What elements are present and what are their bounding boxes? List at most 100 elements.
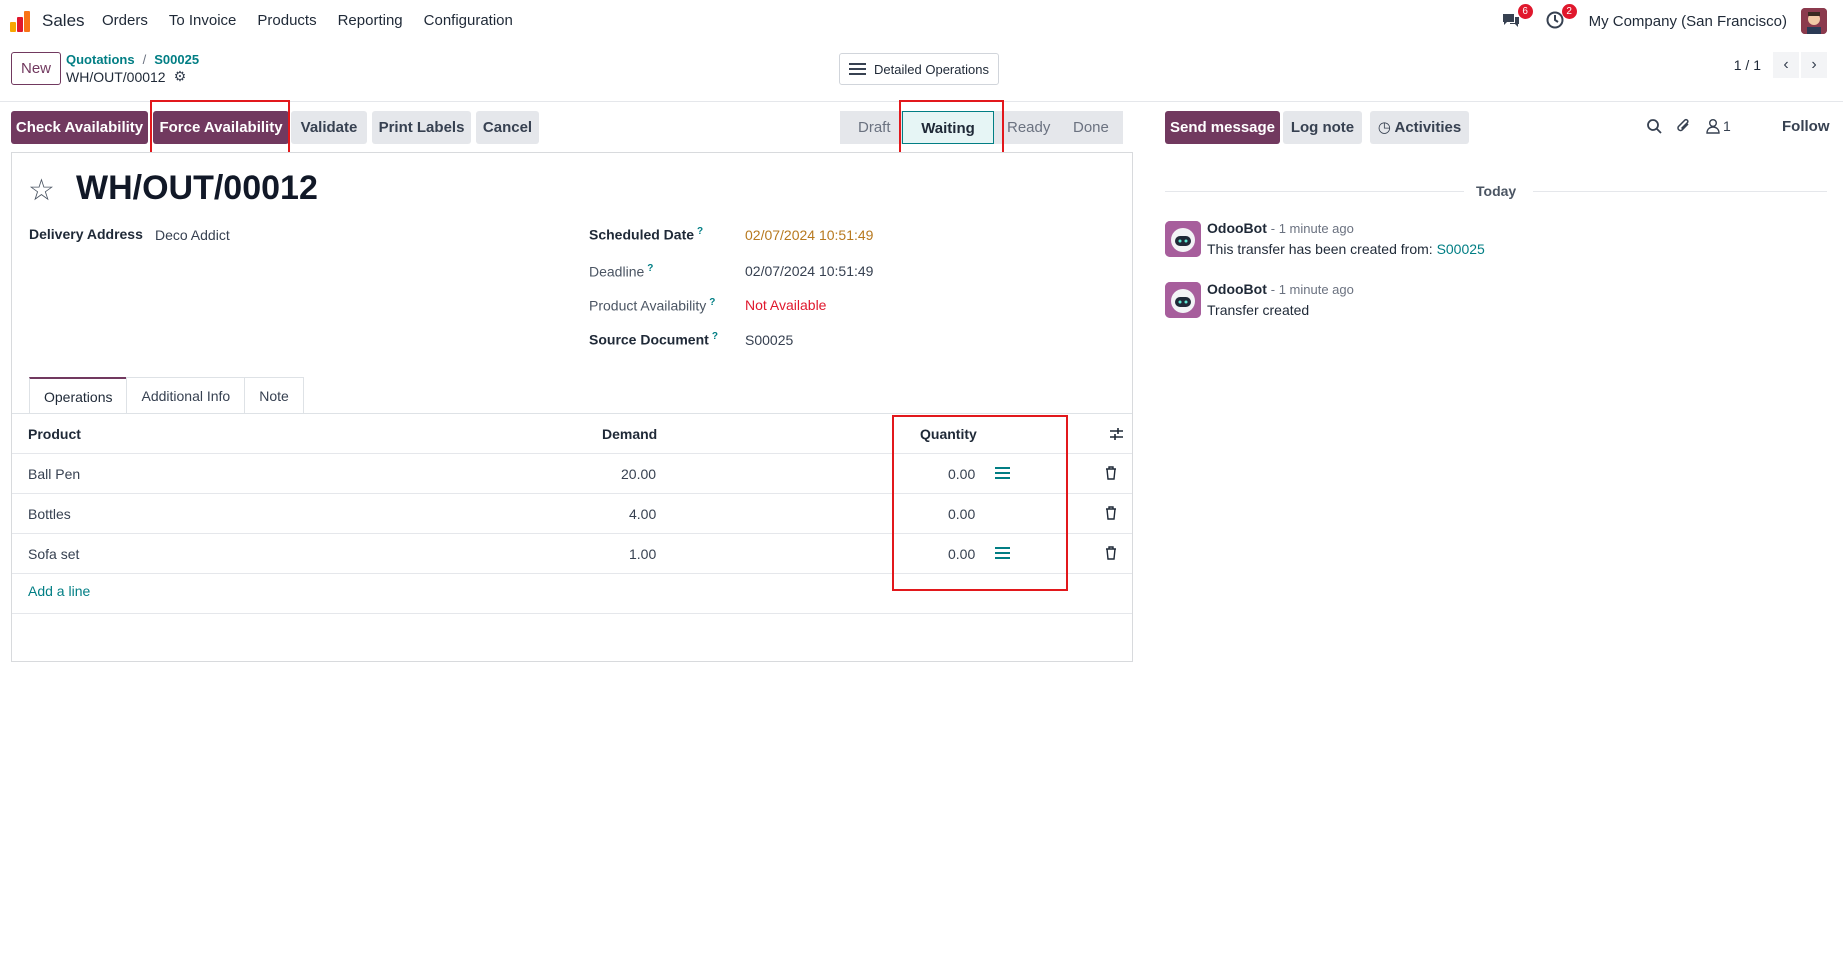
user-avatar[interactable] xyxy=(1801,8,1827,34)
breadcrumb-order[interactable]: S00025 xyxy=(154,52,199,67)
gear-icon[interactable]: ⚙ xyxy=(174,68,187,85)
row-demand: 4.00 xyxy=(629,506,657,522)
activities-clock-icon[interactable]: 2 xyxy=(1545,4,1577,32)
deadline-value[interactable]: 02/07/2024 10:51:49 xyxy=(745,263,873,279)
highlight-quantity-column xyxy=(892,415,1068,591)
menu-products[interactable]: Products xyxy=(257,12,316,29)
help-icon[interactable]: ? xyxy=(697,226,703,237)
tab-operations[interactable]: Operations xyxy=(29,377,128,414)
date-separator: Today xyxy=(1476,183,1517,199)
delivery-address-label: Delivery Address xyxy=(29,226,143,242)
record-name-text: WH/OUT/00012 xyxy=(66,68,166,85)
main-menu: Orders To Invoice Products Reporting Con… xyxy=(102,12,534,29)
new-button[interactable]: New xyxy=(11,52,61,85)
table-footer-divider xyxy=(12,613,1132,614)
company-switcher[interactable]: My Company (San Francisco) xyxy=(1589,13,1787,30)
menu-reporting[interactable]: Reporting xyxy=(338,12,403,29)
menu-configuration[interactable]: Configuration xyxy=(424,12,513,29)
message-author: OdooBot - 1 minute ago xyxy=(1207,281,1354,297)
breadcrumb: Quotations / S00025 xyxy=(66,52,199,67)
pager: 1 / 1 ‹ › xyxy=(1734,52,1827,78)
row-product[interactable]: Ball Pen xyxy=(28,466,80,482)
message-time: - 1 minute ago xyxy=(1270,282,1354,297)
row-demand: 20.00 xyxy=(621,466,657,482)
top-navbar: Sales Orders To Invoice Products Reporti… xyxy=(0,0,1843,42)
cancel-button[interactable]: Cancel xyxy=(476,111,539,144)
messages-icon[interactable]: 6 xyxy=(1501,4,1533,32)
followers-count: 1 xyxy=(1723,118,1731,134)
message-body: This transfer has been created from: S00… xyxy=(1207,241,1485,257)
chevron-right-icon[interactable]: › xyxy=(1801,52,1827,78)
star-icon[interactable]: ☆ xyxy=(28,173,55,208)
menu-orders[interactable]: Orders xyxy=(102,12,148,29)
notebook-tabs: Operations Additional Info Note xyxy=(29,377,304,414)
trash-icon[interactable] xyxy=(1105,506,1117,520)
pager-value[interactable]: 1 / 1 xyxy=(1734,57,1761,73)
scheduled-date-value[interactable]: 02/07/2024 10:51:49 xyxy=(745,227,873,243)
scheduled-date-label: Scheduled Date? xyxy=(589,226,704,243)
row-demand: 1.00 xyxy=(629,546,657,562)
row-product[interactable]: Sofa set xyxy=(28,546,79,562)
date-divider-left xyxy=(1165,191,1464,192)
tab-additional-info[interactable]: Additional Info xyxy=(126,377,246,414)
message-body: Transfer created xyxy=(1207,302,1310,318)
message-author-name[interactable]: OdooBot xyxy=(1207,281,1267,297)
activities-button[interactable]: ◷ Activities xyxy=(1370,111,1469,144)
stage-draft[interactable]: Draft xyxy=(840,111,902,144)
help-icon[interactable]: ? xyxy=(647,263,653,274)
message-link[interactable]: S00025 xyxy=(1437,241,1485,257)
search-icon[interactable] xyxy=(1646,118,1663,139)
source-document-label: Source Document? xyxy=(589,331,718,348)
sales-app-logo-icon[interactable] xyxy=(10,10,34,32)
record-name: WH/OUT/00012 ⚙ xyxy=(66,68,186,85)
row-product[interactable]: Bottles xyxy=(28,506,71,522)
navbar-systray: 6 2 My Company (San Francisco) xyxy=(1501,4,1827,36)
record-title: WH/OUT/00012 xyxy=(76,169,318,207)
trash-icon[interactable] xyxy=(1105,466,1117,480)
validate-button[interactable]: Validate xyxy=(291,111,367,144)
tab-note[interactable]: Note xyxy=(244,377,304,414)
print-labels-button[interactable]: Print Labels xyxy=(372,111,471,144)
tab-divider xyxy=(12,413,1132,414)
detailed-operations-label: Detailed Operations xyxy=(874,61,989,77)
delivery-address-value[interactable]: Deco Addict xyxy=(155,227,230,243)
message-author-name[interactable]: OdooBot xyxy=(1207,220,1267,236)
deadline-label: Deadline? xyxy=(589,263,654,280)
detailed-operations-button[interactable]: Detailed Operations xyxy=(839,53,999,85)
message-time: - 1 minute ago xyxy=(1270,221,1354,236)
stage-done[interactable]: Done xyxy=(1054,111,1123,144)
date-divider-right xyxy=(1533,191,1827,192)
message-text: This transfer has been created from: xyxy=(1207,241,1437,257)
menu-to-invoice[interactable]: To Invoice xyxy=(169,12,237,29)
paperclip-icon[interactable] xyxy=(1676,117,1692,139)
breadcrumb-separator: / xyxy=(142,52,147,67)
product-availability-label: Product Availability? xyxy=(589,297,716,314)
column-demand[interactable]: Demand xyxy=(602,426,657,442)
breadcrumb-quotations[interactable]: Quotations xyxy=(66,52,135,67)
hamburger-icon xyxy=(849,63,867,75)
user-icon xyxy=(1706,119,1720,134)
optional-columns-toggle-icon[interactable] xyxy=(1109,427,1124,445)
messages-badge: 6 xyxy=(1517,4,1533,19)
chevron-left-icon[interactable]: ‹ xyxy=(1773,52,1799,78)
check-availability-button[interactable]: Check Availability xyxy=(11,111,148,144)
odoobot-avatar[interactable] xyxy=(1165,221,1201,257)
add-a-line-link[interactable]: Add a line xyxy=(28,583,90,599)
app-name[interactable]: Sales xyxy=(42,11,85,31)
followers-button[interactable]: 1 xyxy=(1706,118,1731,134)
clock-icon: ◷ xyxy=(1377,119,1391,136)
trash-icon[interactable] xyxy=(1105,546,1117,560)
activities-label: Activities xyxy=(1394,119,1462,136)
activities-badge: 2 xyxy=(1561,4,1577,19)
product-availability-value: Not Available xyxy=(745,297,827,313)
help-icon[interactable]: ? xyxy=(712,331,718,342)
follow-button[interactable]: Follow xyxy=(1782,118,1830,135)
send-message-button[interactable]: Send message xyxy=(1165,111,1280,144)
help-icon[interactable]: ? xyxy=(709,297,715,308)
highlight-force-availability xyxy=(150,100,290,157)
control-panel: New Quotations / S00025 WH/OUT/00012 ⚙ Det… xyxy=(0,42,1843,102)
log-note-button[interactable]: Log note xyxy=(1283,111,1362,144)
column-product[interactable]: Product xyxy=(28,426,81,442)
source-document-value[interactable]: S00025 xyxy=(745,332,793,348)
odoobot-avatar[interactable] xyxy=(1165,282,1201,318)
